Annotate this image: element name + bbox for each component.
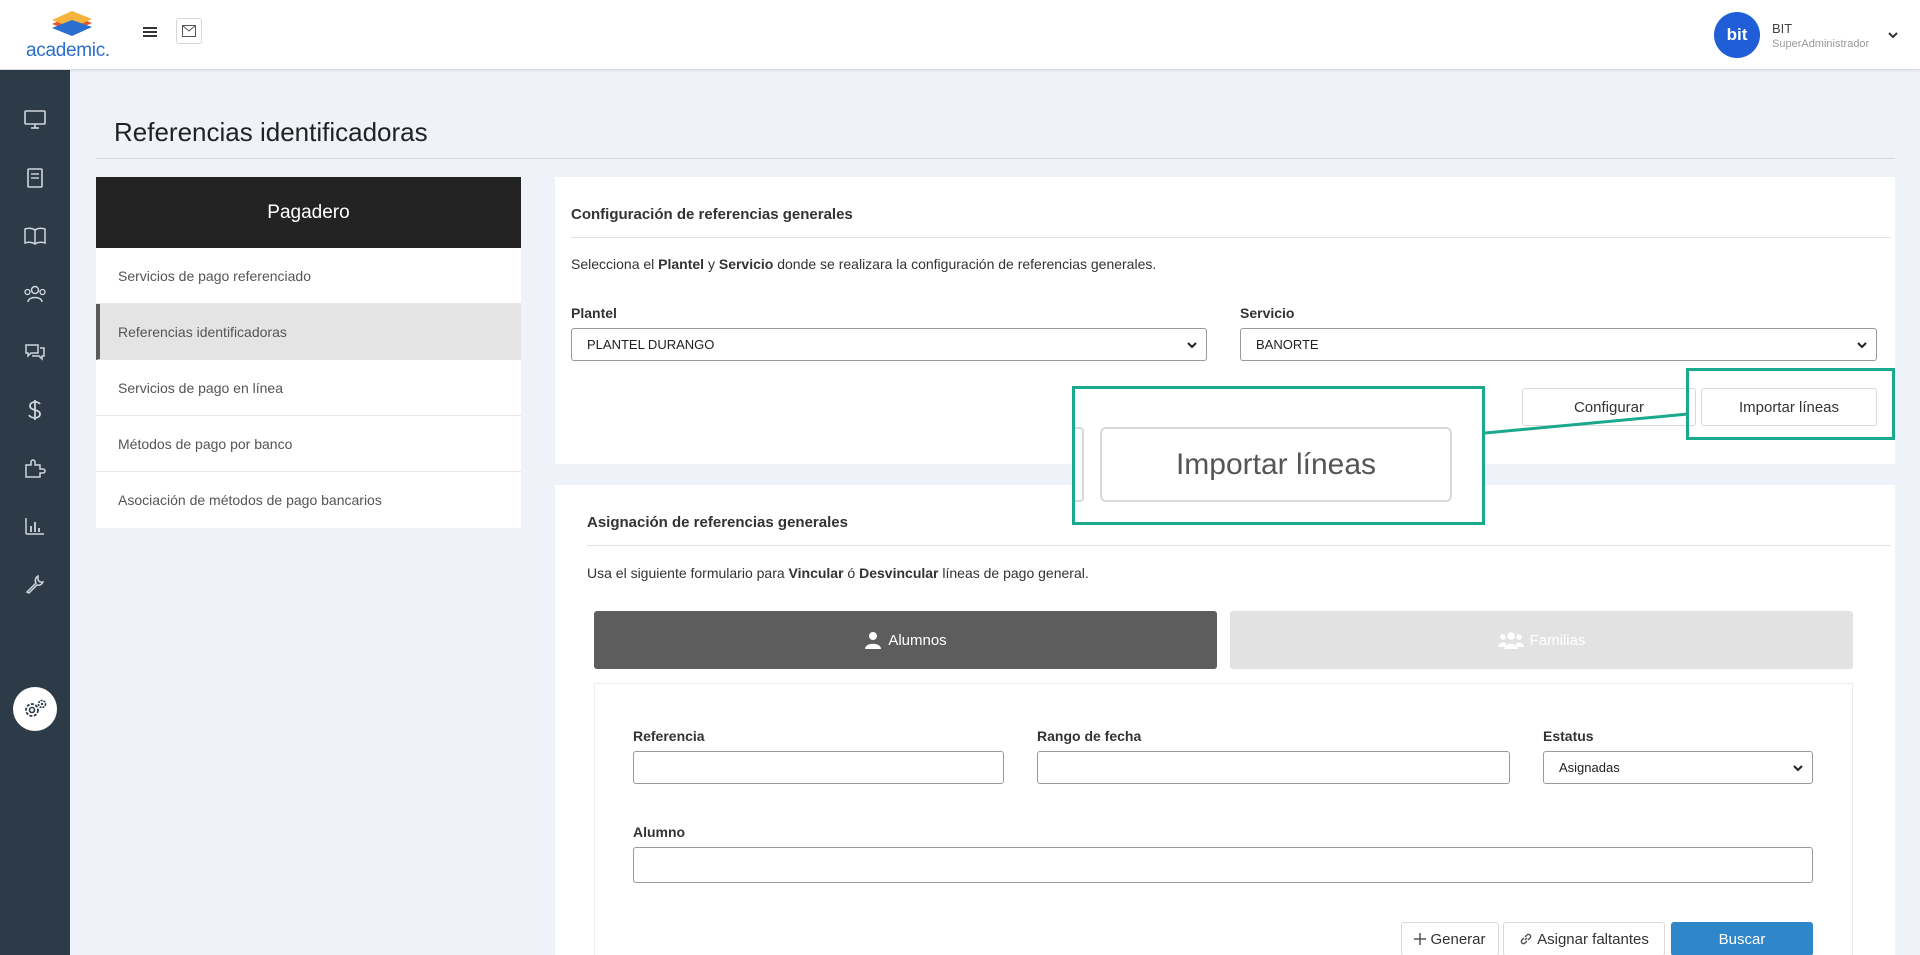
mail-icon	[182, 25, 196, 37]
users-icon	[1497, 632, 1524, 649]
chat-icon[interactable]	[22, 339, 48, 365]
menu-item-metodos-pago-banco[interactable]: Métodos de pago por banco	[96, 416, 521, 472]
asignar-faltantes-button[interactable]: Asignar faltantes	[1503, 922, 1665, 955]
zoom-neighbor-button	[1075, 427, 1084, 502]
search-form: Referencia Rango de fecha Estatus Asigna…	[594, 683, 1853, 955]
chevron-down-icon[interactable]	[1886, 28, 1900, 42]
rango-fecha-label: Rango de fecha	[1037, 728, 1142, 744]
menu-toggle-icon[interactable]	[142, 24, 158, 40]
page-title: Referencias identificadoras	[114, 117, 428, 147]
configurar-button[interactable]: Configurar	[1522, 388, 1696, 426]
config-description: Selecciona el Plantel y Servicio donde s…	[571, 256, 1157, 272]
mail-button[interactable]	[176, 18, 202, 44]
menu-item-servicios-pago-referenciado[interactable]: Servicios de pago referenciado	[96, 248, 521, 304]
users-icon[interactable]	[22, 281, 48, 307]
estatus-label: Estatus	[1543, 728, 1594, 744]
puzzle-icon[interactable]	[22, 455, 48, 481]
menu-item-servicios-pago-en-linea[interactable]: Servicios de pago en línea	[96, 360, 521, 416]
assign-card: Asignación de referencias generales Usa …	[555, 485, 1895, 955]
settings-icon[interactable]	[13, 687, 57, 731]
estatus-select[interactable]: Asignadas	[1543, 751, 1813, 784]
book-icon[interactable]	[22, 223, 48, 249]
alumno-input[interactable]	[633, 847, 1813, 883]
divider	[571, 237, 1891, 238]
user-icon	[865, 632, 882, 649]
chevron-down-icon	[1857, 342, 1867, 349]
divider	[587, 545, 1891, 546]
generar-button[interactable]: Generar	[1401, 922, 1499, 955]
left-menu-header: Pagadero	[96, 177, 521, 248]
rango-fecha-input[interactable]	[1037, 751, 1510, 784]
title-divider	[96, 158, 1895, 159]
zoom-importar-lineas-button: Importar líneas	[1100, 427, 1452, 502]
buscar-button[interactable]: Buscar	[1671, 922, 1813, 955]
tab-familias[interactable]: Familias	[1230, 611, 1853, 669]
avatar: bit	[1714, 12, 1760, 58]
user-menu[interactable]: bit BIT SuperAdministrador	[1714, 12, 1900, 58]
logo-text: academic.	[26, 40, 110, 61]
menu-item-asociacion-metodos-pago[interactable]: Asociación de métodos de pago bancarios	[96, 472, 521, 528]
user-name: BIT	[1772, 20, 1793, 36]
sidebar	[0, 70, 70, 955]
dollar-icon[interactable]	[22, 397, 48, 423]
assign-description: Usa el siguiente formulario para Vincula…	[587, 565, 1089, 581]
config-card-title: Configuración de referencias generales	[571, 206, 853, 223]
left-menu: Pagadero Servicios de pago referenciado …	[96, 177, 521, 528]
logo-icon	[52, 11, 92, 36]
academic-logo[interactable]: academic.	[26, 10, 116, 62]
notebook-icon[interactable]	[22, 165, 48, 191]
alumno-label: Alumno	[633, 824, 686, 840]
top-bar: academic. bit BIT SuperAdministrador	[0, 0, 1920, 70]
assign-card-title: Asignación de referencias generales	[587, 514, 848, 531]
chart-icon[interactable]	[22, 513, 48, 539]
wrench-icon[interactable]	[22, 571, 48, 597]
servicio-select[interactable]: BANORTE	[1240, 328, 1877, 361]
link-icon	[1520, 933, 1532, 945]
user-role: SuperAdministrador	[1772, 37, 1870, 50]
plantel-label: Plantel	[571, 305, 617, 321]
highlight-box	[1686, 368, 1895, 440]
servicio-label: Servicio	[1240, 305, 1295, 321]
referencia-label: Referencia	[633, 728, 705, 744]
monitor-icon[interactable]	[22, 107, 48, 133]
plus-icon	[1414, 933, 1427, 945]
referencia-input[interactable]	[633, 751, 1004, 784]
tab-alumnos[interactable]: Alumnos	[594, 611, 1217, 669]
chevron-down-icon	[1187, 342, 1197, 349]
menu-item-referencias-identificadoras[interactable]: Referencias identificadoras	[96, 304, 521, 360]
zoom-callout: Importar líneas	[1072, 386, 1485, 525]
plantel-select[interactable]: PLANTEL DURANGO	[571, 328, 1207, 361]
chevron-down-icon	[1793, 765, 1803, 772]
